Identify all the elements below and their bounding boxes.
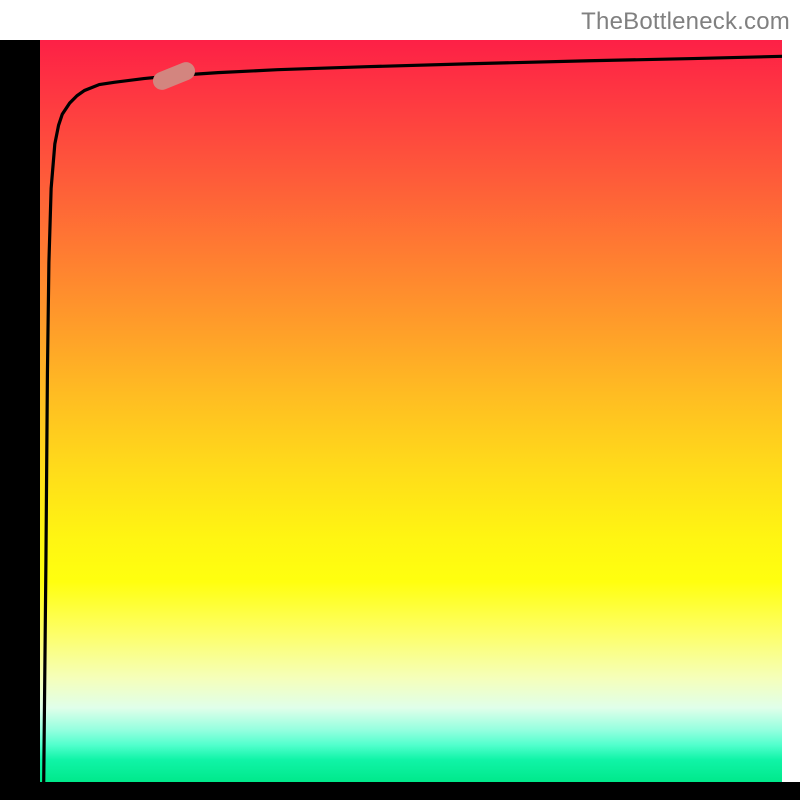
curve-svg bbox=[40, 40, 782, 782]
axis-bottom bbox=[0, 782, 800, 800]
attribution-text: TheBottleneck.com bbox=[581, 8, 790, 36]
chart-container bbox=[0, 0, 800, 800]
plot-area bbox=[40, 40, 782, 782]
axis-left bbox=[0, 40, 40, 782]
bottleneck-curve bbox=[44, 56, 782, 782]
